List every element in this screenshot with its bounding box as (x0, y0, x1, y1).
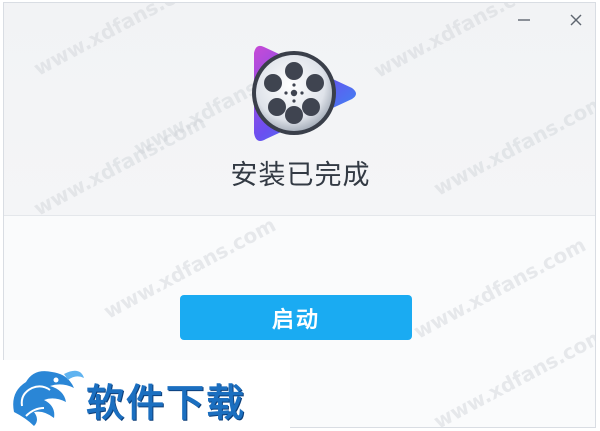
brand-overlay: 软件下载 (0, 360, 290, 431)
watermark: www.xdfans.com (29, 2, 210, 81)
close-icon (570, 14, 582, 26)
app-logo-icon (252, 45, 356, 141)
header-panel: www.xdfans.com www.xdfans.com www.xdfans… (4, 2, 595, 221)
watermark: www.xdfans.com (429, 322, 596, 428)
minimize-button[interactable] (509, 7, 539, 33)
launch-button[interactable]: 启动 (180, 295, 412, 340)
dragon-mascot-icon (13, 370, 84, 426)
minimize-icon (518, 19, 530, 21)
install-complete-title: 安装已完成 (230, 160, 371, 191)
watermark: www.xdfans.com (409, 232, 590, 344)
brand-text: 软件下载 (86, 381, 247, 425)
close-button[interactable] (561, 7, 591, 33)
